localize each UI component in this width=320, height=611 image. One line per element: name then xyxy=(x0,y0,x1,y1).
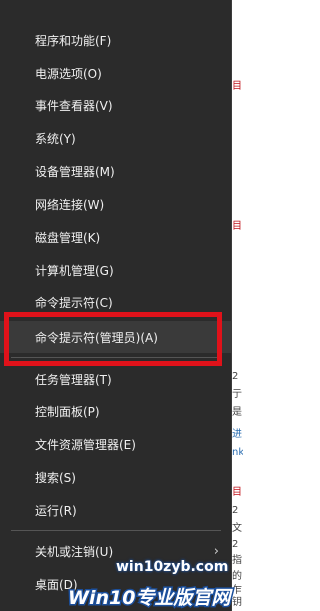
menu-item-power-options[interactable]: 电源选项(O) xyxy=(0,57,231,89)
menu-item-label: 任务管理器(T) xyxy=(35,372,112,387)
bg-fragment: 是 xyxy=(232,407,242,418)
menu-item-label: 计算机管理(G) xyxy=(35,263,114,278)
menu-item-label: 文件资源管理器(E) xyxy=(35,437,136,452)
menu-item-device-manager[interactable]: 设备管理器(M) xyxy=(0,155,231,187)
menu-separator xyxy=(11,357,221,358)
bg-fragment: 的 xyxy=(232,571,242,582)
winx-context-menu: 程序和功能(F) 电源选项(O) 事件查看器(V) 系统(Y) 设备管理器(M)… xyxy=(0,0,232,611)
menu-item-event-viewer[interactable]: 事件查看器(V) xyxy=(0,89,231,121)
menu-item-label: 命令提示符(C) xyxy=(35,295,113,310)
menu-item-run[interactable]: 运行(R) xyxy=(0,494,231,526)
menu-item-label: 关机或注销(U) xyxy=(35,544,114,559)
bg-fragment: 指 xyxy=(232,555,242,566)
menu-item-control-panel[interactable]: 控制面板(P) xyxy=(0,395,231,427)
menu-item-label: 桌面(D) xyxy=(35,577,78,592)
menu-item-shutdown-signout[interactable]: 关机或注销(U) › xyxy=(0,535,231,567)
bg-fragment: 钥 xyxy=(232,597,242,608)
menu-item-label: 网络连接(W) xyxy=(35,197,105,212)
bg-fragment: 目 xyxy=(232,487,242,498)
menu-item-disk-management[interactable]: 磁盘管理(K) xyxy=(0,221,231,253)
menu-item-label: 程序和功能(F) xyxy=(35,33,112,48)
menu-item-search[interactable]: 搜索(S) xyxy=(0,461,231,493)
menu-item-programs-features[interactable]: 程序和功能(F) xyxy=(0,24,231,56)
menu-separator xyxy=(11,530,221,531)
menu-item-task-manager[interactable]: 任务管理器(T) xyxy=(0,363,231,395)
menu-item-label: 运行(R) xyxy=(35,503,77,518)
menu-item-label: 控制面板(P) xyxy=(35,404,100,419)
menu-item-label: 磁盘管理(K) xyxy=(35,230,101,245)
menu-item-command-prompt[interactable]: 命令提示符(C) xyxy=(0,286,231,318)
bg-fragment: nk xyxy=(232,447,243,458)
menu-item-label: 命令提示符(管理员)(A) xyxy=(35,330,158,345)
bg-fragment: 2 xyxy=(232,371,239,382)
bg-fragment: 进 xyxy=(232,429,242,440)
menu-item-desktop[interactable]: 桌面(D) xyxy=(0,568,231,600)
bg-fragment: 目 xyxy=(232,81,242,92)
background-window: 目 目 2 亍 是 进 nk 目 2 文 2 指 的 乍 钥 xyxy=(232,0,243,611)
menu-item-label: 事件查看器(V) xyxy=(35,98,113,113)
menu-item-label: 设备管理器(M) xyxy=(35,164,115,179)
menu-item-command-prompt-admin[interactable]: 命令提示符(管理员)(A) xyxy=(0,321,231,353)
menu-item-network-connections[interactable]: 网络连接(W) xyxy=(0,188,231,220)
bg-fragment: 2 xyxy=(232,539,239,550)
menu-item-file-explorer[interactable]: 文件资源管理器(E) xyxy=(0,428,231,460)
menu-item-label: 电源选项(O) xyxy=(35,66,102,81)
bg-fragment: 2 xyxy=(232,505,239,516)
menu-item-computer-management[interactable]: 计算机管理(G) xyxy=(0,254,231,286)
bg-fragment: 亍 xyxy=(232,389,242,400)
bg-fragment: 目 xyxy=(232,221,242,232)
chevron-right-icon: › xyxy=(213,543,219,559)
menu-item-label: 系统(Y) xyxy=(35,131,76,146)
bg-fragment: 乍 xyxy=(232,585,242,596)
menu-item-label: 搜索(S) xyxy=(35,470,76,485)
menu-item-system[interactable]: 系统(Y) xyxy=(0,122,231,154)
bg-fragment: 文 xyxy=(232,523,242,534)
